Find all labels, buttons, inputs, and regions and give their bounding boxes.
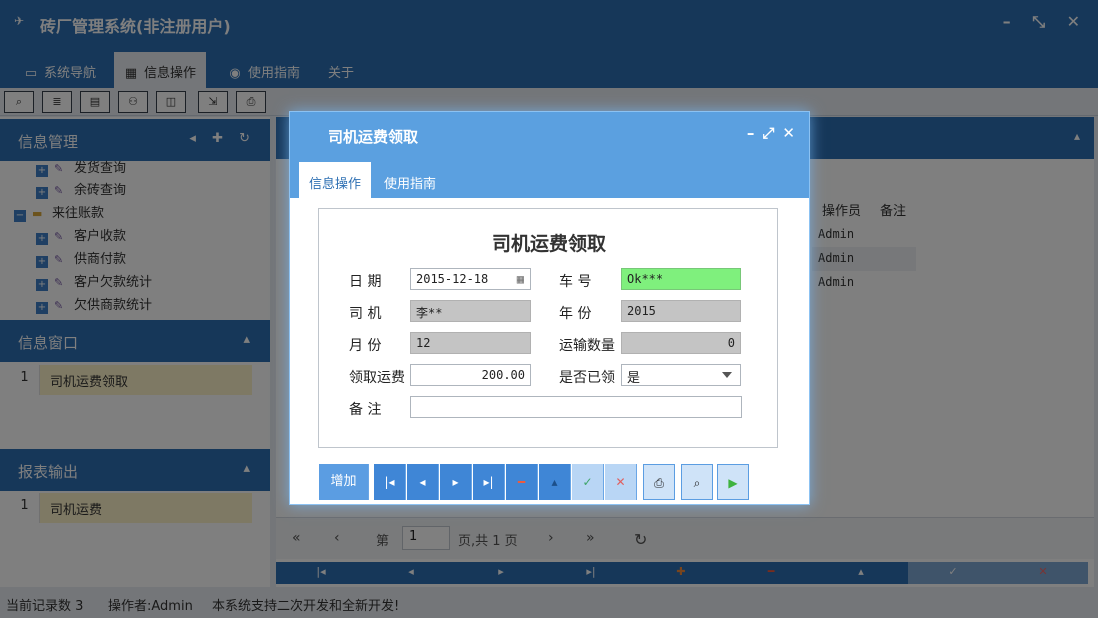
dialog-tabs: 信息操作 使用指南 xyxy=(290,162,809,198)
fee-label: 领取运费 xyxy=(349,370,405,386)
car-number-label: 车 号 xyxy=(559,274,592,290)
maximize-icon[interactable]: ⤢ xyxy=(762,124,774,142)
add-button[interactable]: 增加 xyxy=(319,464,369,500)
year-field[interactable]: 2015 xyxy=(621,300,741,322)
month-field[interactable]: 12 xyxy=(410,332,531,354)
first-record-button[interactable]: |◂ xyxy=(374,464,406,500)
dialog-body: 司机运费领取 日 期 2015-12-18 ▦ 车 号 Ok*** 司 机 李*… xyxy=(290,198,809,468)
date-label: 日 期 xyxy=(349,274,382,290)
received-label: 是否已领 xyxy=(559,370,615,386)
dialog-footer-toolbar: 增加 |◂ ◂ ▸ ▸| ━ ▴ ✓ ✕ ⎙ ⌕ ▶ xyxy=(290,464,809,504)
save-button[interactable]: ✓ xyxy=(572,464,604,500)
prev-record-button[interactable]: ◂ xyxy=(407,464,439,500)
year-label: 年 份 xyxy=(559,306,592,322)
dialog-title: 司机运费领取 xyxy=(328,128,419,146)
run-button[interactable]: ▶ xyxy=(717,464,749,500)
car-number-field[interactable]: Ok*** xyxy=(621,268,741,290)
tab-info-operation[interactable]: 信息操作 xyxy=(299,162,372,198)
calendar-icon[interactable]: ▦ xyxy=(517,272,524,286)
cancel-button[interactable]: ✕ xyxy=(605,464,637,500)
driver-fee-dialog: 司机运费领取 – ⤢ ✕ 信息操作 使用指南 司机运费领取 日 期 2015-12-… xyxy=(289,111,810,505)
quantity-field[interactable]: 0 xyxy=(621,332,741,354)
tab-user-guide[interactable]: 使用指南 xyxy=(374,162,446,198)
date-value: 2015-12-18 xyxy=(416,272,489,286)
print-button[interactable]: ⎙ xyxy=(643,464,675,500)
preview-button[interactable]: ⌕ xyxy=(681,464,713,500)
fee-form: 司机运费领取 日 期 2015-12-18 ▦ 车 号 Ok*** 司 机 李*… xyxy=(318,208,778,448)
month-label: 月 份 xyxy=(349,338,382,354)
last-record-button[interactable]: ▸| xyxy=(473,464,505,500)
driver-label: 司 机 xyxy=(349,306,382,322)
form-title: 司机运费领取 xyxy=(491,233,606,255)
remark-field[interactable] xyxy=(410,396,742,418)
fee-field[interactable]: 200.00 xyxy=(410,364,531,386)
received-select[interactable]: 是 xyxy=(621,364,741,386)
next-record-button[interactable]: ▸ xyxy=(440,464,472,500)
delete-button[interactable]: ━ xyxy=(506,464,538,500)
dialog-window-controls: – ⤢ ✕ xyxy=(739,124,795,142)
remark-label: 备 注 xyxy=(349,402,382,418)
quantity-label: 运输数量 xyxy=(559,338,615,354)
chevron-down-icon[interactable] xyxy=(722,372,732,378)
minimize-icon[interactable]: – xyxy=(747,124,755,142)
close-icon[interactable]: ✕ xyxy=(782,124,795,142)
edit-button[interactable]: ▴ xyxy=(539,464,571,500)
date-field[interactable]: 2015-12-18 ▦ xyxy=(410,268,531,290)
driver-field[interactable]: 李** xyxy=(410,300,531,322)
received-value: 是 xyxy=(627,371,641,386)
